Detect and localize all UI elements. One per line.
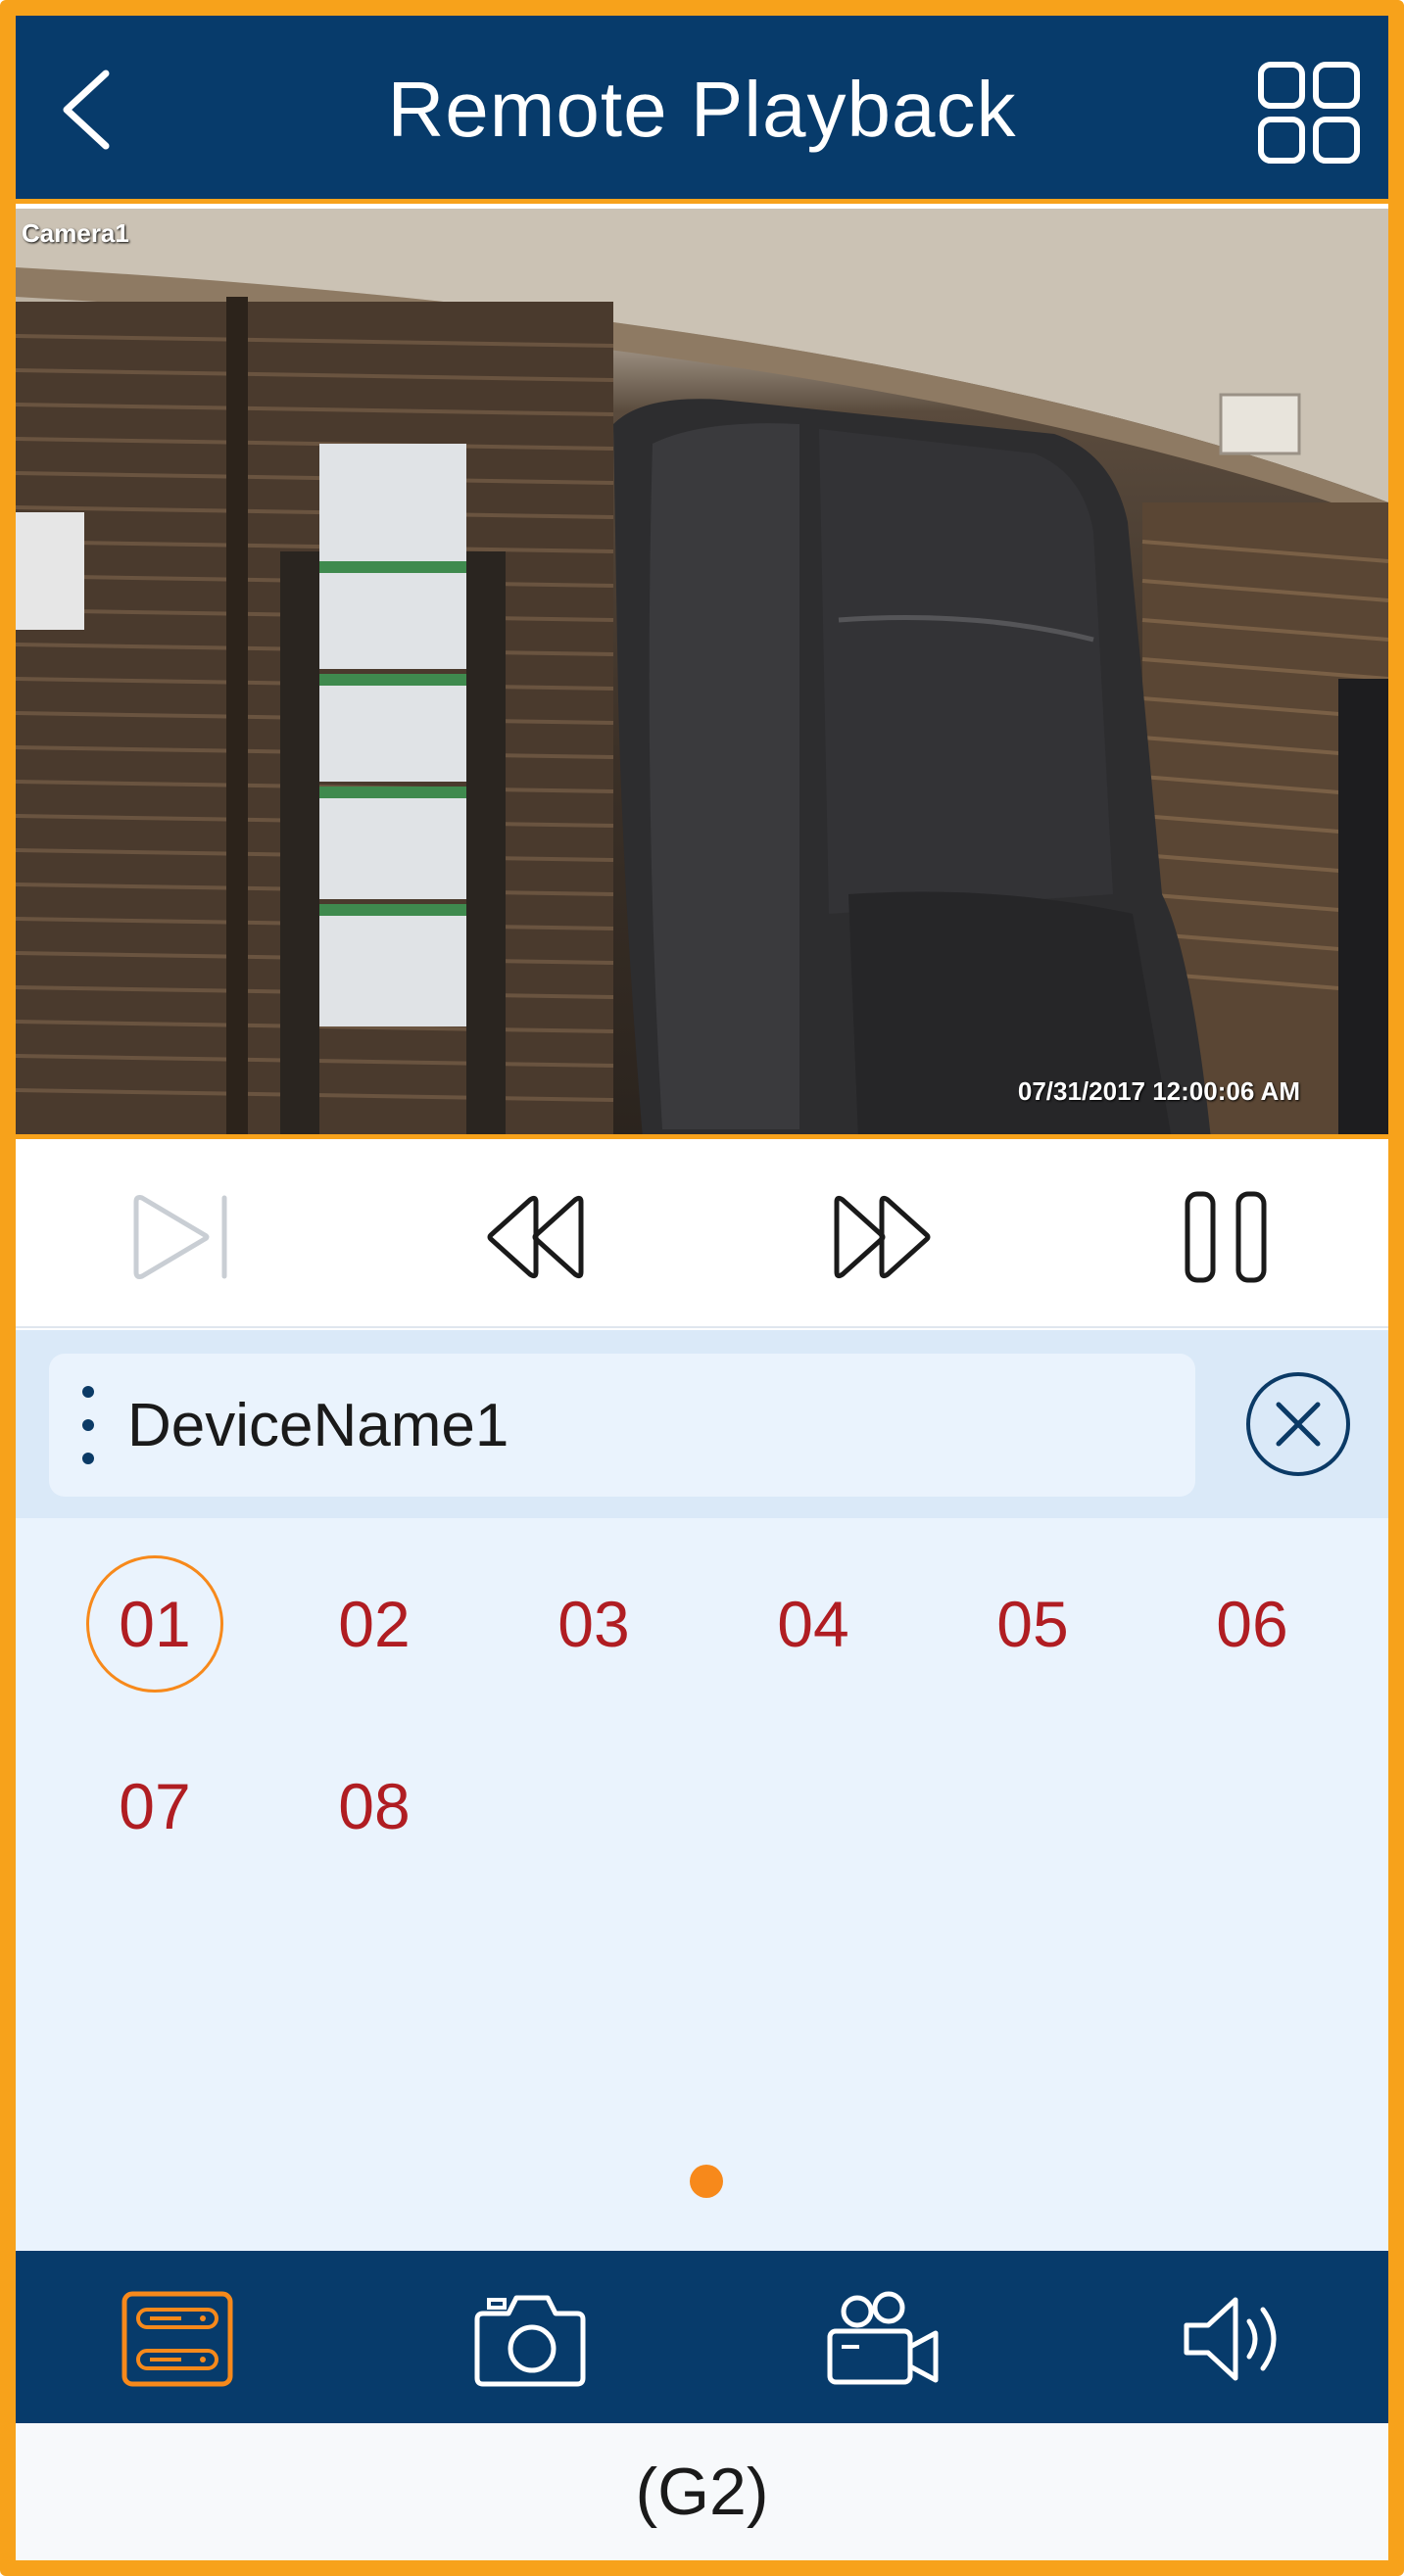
- snapshot-button[interactable]: [466, 2280, 594, 2398]
- pause-button[interactable]: [1167, 1183, 1284, 1291]
- rewind-icon: [487, 1195, 584, 1279]
- camera-snapshot-icon: [474, 2295, 586, 2387]
- playback-controls: [16, 1144, 1388, 1328]
- vertical-dots-icon: [69, 1386, 108, 1464]
- bottom-toolbar: [16, 2251, 1388, 2423]
- device-panel: DeviceName1 01 02 03 04 05 06 07 08: [16, 1330, 1388, 2251]
- fast-forward-button[interactable]: [824, 1183, 942, 1291]
- step-forward-icon: [133, 1195, 227, 1279]
- channel-button[interactable]: 01: [86, 1555, 223, 1693]
- video-timestamp: 07/31/2017 12:00:06 AM: [1017, 1076, 1300, 1106]
- device-list-button[interactable]: [114, 2280, 241, 2398]
- device-bar: DeviceName1: [16, 1330, 1388, 1518]
- device-selector[interactable]: DeviceName1: [49, 1354, 1195, 1497]
- camera-feed-image: [16, 209, 1388, 1134]
- fast-forward-icon: [834, 1195, 931, 1279]
- channel-button[interactable]: 04: [745, 1555, 882, 1693]
- pause-icon: [1185, 1191, 1267, 1283]
- page-title: Remote Playback: [387, 66, 1017, 153]
- video-record-icon: [827, 2291, 939, 2385]
- channel-button[interactable]: 08: [306, 1738, 443, 1875]
- close-circle-icon: [1246, 1372, 1350, 1476]
- audio-button[interactable]: [1172, 2280, 1299, 2398]
- camera-label: Camera1: [22, 218, 129, 248]
- footer-label: (G2): [16, 2423, 1388, 2560]
- channel-button[interactable]: 05: [964, 1555, 1101, 1693]
- speaker-icon: [1184, 2297, 1277, 2381]
- step-forward-button[interactable]: [123, 1183, 241, 1291]
- channel-button[interactable]: 02: [306, 1555, 443, 1693]
- channel-button[interactable]: 03: [525, 1555, 662, 1693]
- video-player[interactable]: Camera1 07/31/2017 12:00:06 AM: [16, 209, 1388, 1139]
- grid-four-icon: [1258, 62, 1360, 164]
- record-button[interactable]: [819, 2280, 946, 2398]
- page-indicator-dot: [690, 2165, 723, 2198]
- channel-button[interactable]: 07: [86, 1738, 223, 1875]
- top-bar: Remote Playback: [16, 16, 1388, 204]
- device-name: DeviceName1: [127, 1391, 509, 1459]
- layout-button[interactable]: [1255, 59, 1363, 167]
- device-list-icon: [121, 2291, 233, 2387]
- channel-button[interactable]: 06: [1184, 1555, 1321, 1693]
- close-device-button[interactable]: [1243, 1369, 1353, 1479]
- rewind-button[interactable]: [476, 1183, 594, 1291]
